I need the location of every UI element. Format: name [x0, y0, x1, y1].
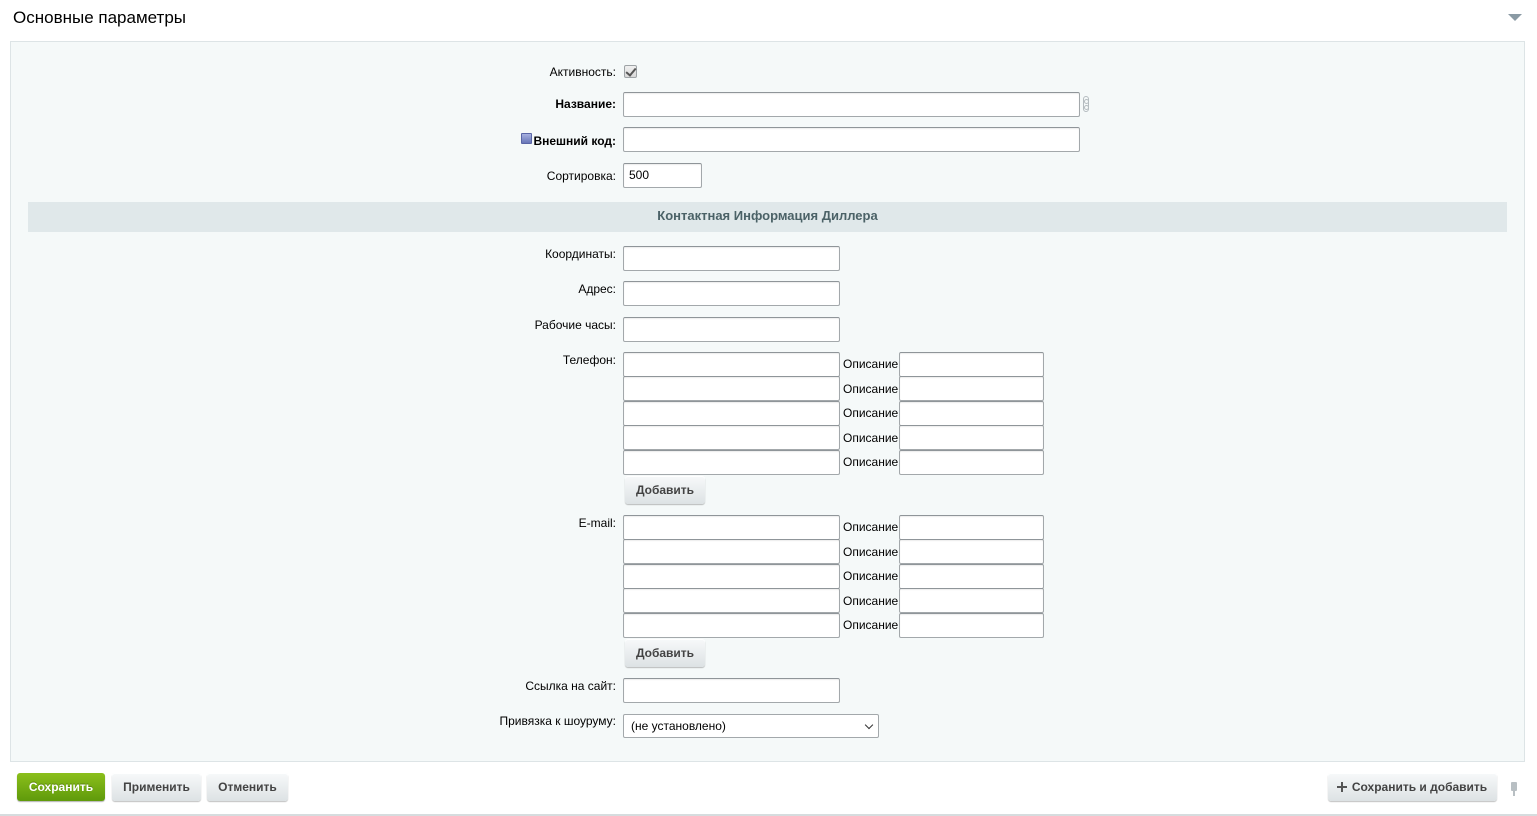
showroom-select[interactable]: (не установлено)	[623, 714, 879, 738]
phone-input[interactable]	[623, 425, 840, 450]
email-desc-label: Описание:	[843, 545, 902, 559]
apply-button[interactable]: Применить	[112, 773, 201, 801]
save-and-add-label: Сохранить и добавить	[1351, 780, 1488, 794]
work-hours-input[interactable]	[623, 317, 840, 342]
pin-icon[interactable]	[1511, 782, 1517, 796]
phone-desc-label: Описание:	[843, 382, 902, 396]
phone-desc-label: Описание:	[843, 431, 902, 445]
showroom-selected-value: (не установлено)	[631, 719, 726, 733]
address-label: Адрес:	[578, 282, 616, 296]
form-panel: Активность: Название: Внешний код: Сорти…	[10, 41, 1525, 762]
name-input[interactable]	[623, 92, 1080, 117]
email-input[interactable]	[623, 564, 840, 589]
email-desc-input[interactable]	[899, 613, 1044, 638]
email-desc-input[interactable]	[899, 515, 1044, 540]
email-desc-label: Описание:	[843, 618, 902, 632]
coordinates-label: Координаты:	[545, 247, 616, 261]
section-dealer-contacts: Контактная Информация Диллера	[28, 202, 1507, 232]
external-code-input[interactable]	[623, 127, 1080, 152]
address-input[interactable]	[623, 281, 840, 306]
coordinates-input[interactable]	[623, 246, 840, 271]
email-label: E-mail:	[578, 516, 616, 530]
email-desc-input[interactable]	[899, 564, 1044, 589]
phone-desc-input[interactable]	[899, 376, 1044, 401]
email-desc-input[interactable]	[899, 588, 1044, 613]
section-header: Основные параметры	[0, 0, 1537, 40]
phone-input[interactable]	[623, 352, 840, 377]
phone-desc-input[interactable]	[899, 401, 1044, 426]
sort-label: Сортировка:	[546, 169, 616, 183]
phone-desc-input[interactable]	[899, 425, 1044, 450]
showroom-label: Привязка к шоуруму:	[499, 714, 616, 728]
active-label: Активность:	[549, 65, 616, 79]
sort-input[interactable]: 500	[623, 163, 702, 188]
site-link-input[interactable]	[623, 678, 840, 703]
name-label: Название:	[555, 97, 616, 111]
chevron-down-icon	[864, 720, 874, 730]
phone-desc-label: Описание:	[843, 455, 902, 469]
email-desc-label: Описание:	[843, 569, 902, 583]
phone-input[interactable]	[623, 376, 840, 401]
footer-toolbar: Сохранить Применить Отменить Сохранить и…	[0, 762, 1537, 816]
save-button[interactable]: Сохранить	[17, 773, 105, 801]
phone-add-button[interactable]: Добавить	[625, 476, 705, 504]
external-code-label: Внешний код:	[533, 134, 616, 148]
phone-input[interactable]	[623, 450, 840, 475]
email-desc-label: Описание:	[843, 520, 902, 534]
help-icon[interactable]	[521, 133, 532, 144]
email-input[interactable]	[623, 539, 840, 564]
phone-input[interactable]	[623, 401, 840, 426]
chain-link-icon[interactable]	[1083, 96, 1089, 112]
phone-label: Телефон:	[562, 353, 616, 367]
cancel-button[interactable]: Отменить	[207, 773, 288, 801]
phone-desc-input[interactable]	[899, 352, 1044, 377]
email-input[interactable]	[623, 515, 840, 540]
active-checkbox[interactable]	[624, 65, 637, 78]
site-link-label: Ссылка на сайт:	[525, 679, 616, 693]
phone-desc-label: Описание:	[843, 406, 902, 420]
collapse-triangle-icon[interactable]	[1508, 14, 1522, 21]
email-input[interactable]	[623, 613, 840, 638]
email-desc-label: Описание:	[843, 594, 902, 608]
work-hours-label: Рабочие часы:	[534, 318, 616, 332]
plus-icon	[1337, 782, 1347, 792]
phone-desc-label: Описание:	[843, 357, 902, 371]
email-input[interactable]	[623, 588, 840, 613]
email-add-button[interactable]: Добавить	[625, 639, 705, 667]
email-desc-input[interactable]	[899, 539, 1044, 564]
phone-desc-input[interactable]	[899, 450, 1044, 475]
save-and-add-button[interactable]: Сохранить и добавить	[1328, 773, 1497, 801]
section-title: Основные параметры	[13, 8, 186, 27]
